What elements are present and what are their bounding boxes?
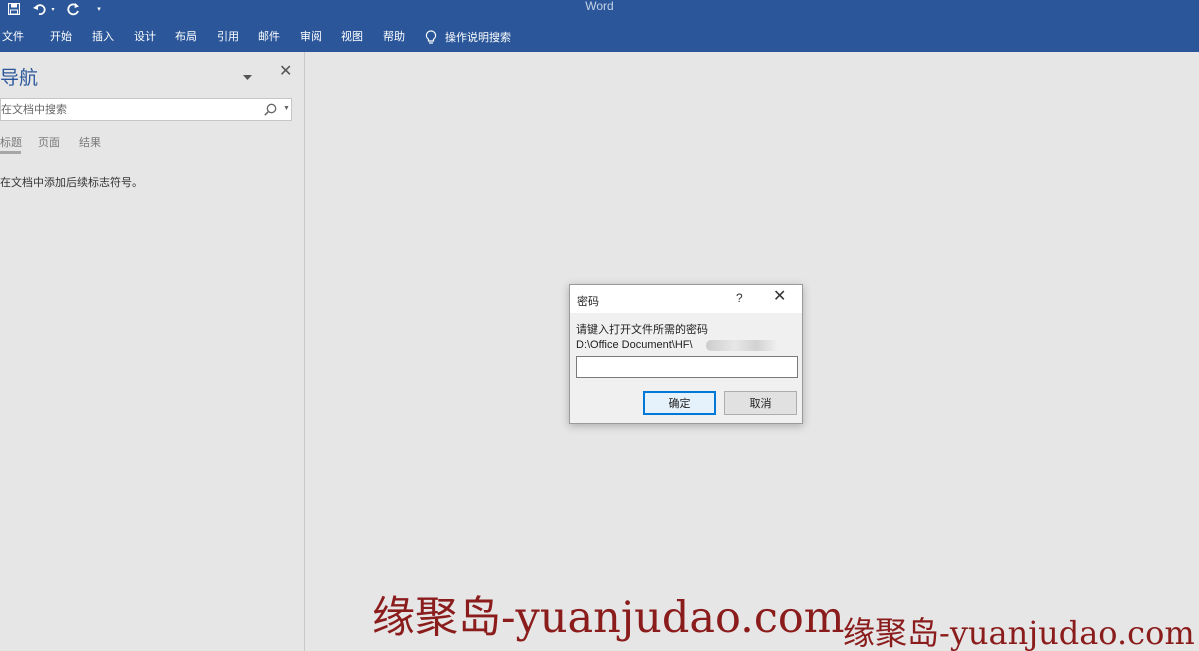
redacted-filename xyxy=(706,340,778,351)
tab-results[interactable]: 结果 xyxy=(79,134,101,150)
tab-home[interactable]: 开始 xyxy=(50,30,72,44)
password-field[interactable] xyxy=(576,356,798,378)
app-title: Word xyxy=(585,0,614,13)
file-path: D:\Office Document\HF\ xyxy=(576,339,693,351)
close-icon[interactable]: ✕ xyxy=(279,64,292,80)
ok-button[interactable]: 确定 xyxy=(643,391,716,415)
tab-pages[interactable]: 页面 xyxy=(38,134,60,150)
navigation-pane: 导航 ✕ ▼ 标题 页面 结果 在文档中添加后续标志符号。 xyxy=(0,52,305,651)
dialog-header: 密码 ? ✕ xyxy=(570,285,802,313)
cancel-button[interactable]: 取消 xyxy=(724,391,797,415)
tab-file[interactable]: 文件 xyxy=(2,30,24,44)
search-options-chevron-icon[interactable]: ▼ xyxy=(283,105,290,112)
password-dialog: 密码 ? ✕ 请键入打开文件所需的密码 D:\Office Document\H… xyxy=(569,284,803,424)
watermark-text: 缘聚岛-yuanjudao.com xyxy=(372,593,845,643)
tab-layout[interactable]: 布局 xyxy=(175,30,197,44)
tab-insert[interactable]: 插入 xyxy=(92,30,114,44)
tell-me-search[interactable]: 操作说明搜索 xyxy=(425,29,511,45)
help-button[interactable]: ? xyxy=(736,291,743,305)
nav-pane-hint: 在文档中添加后续标志符号。 xyxy=(0,177,143,189)
tab-design[interactable]: 设计 xyxy=(134,30,156,44)
search-input[interactable] xyxy=(1,102,256,118)
tab-headings[interactable]: 标题 xyxy=(0,134,22,150)
tab-view[interactable]: 视图 xyxy=(341,30,363,44)
lightbulb-icon xyxy=(425,29,437,44)
dialog-title: 密码 xyxy=(577,296,599,308)
tell-me-label: 操作说明搜索 xyxy=(445,32,511,44)
title-bar: ▾ ▾ Word xyxy=(0,0,1199,23)
search-icon[interactable] xyxy=(264,103,277,121)
nav-search-box[interactable]: ▼ xyxy=(0,98,292,121)
watermark-text-secondary: 缘聚岛-yuanjudao.com xyxy=(843,614,1195,651)
tab-references[interactable]: 引用 xyxy=(217,30,239,44)
tab-mailings[interactable]: 邮件 xyxy=(258,30,280,44)
dialog-close-button[interactable]: ✕ xyxy=(773,289,786,305)
chevron-down-icon[interactable] xyxy=(243,68,252,86)
dialog-prompt: 请键入打开文件所需的密码 xyxy=(576,324,708,336)
tab-help[interactable]: 帮助 xyxy=(383,30,405,44)
active-tab-indicator xyxy=(0,151,21,154)
ribbon-tab-bar: 文件 开始 插入 设计 布局 引用 邮件 审阅 视图 帮助 操作说明搜索 xyxy=(0,23,1199,52)
nav-pane-title: 导航 xyxy=(0,68,39,89)
tab-review[interactable]: 审阅 xyxy=(300,30,322,44)
